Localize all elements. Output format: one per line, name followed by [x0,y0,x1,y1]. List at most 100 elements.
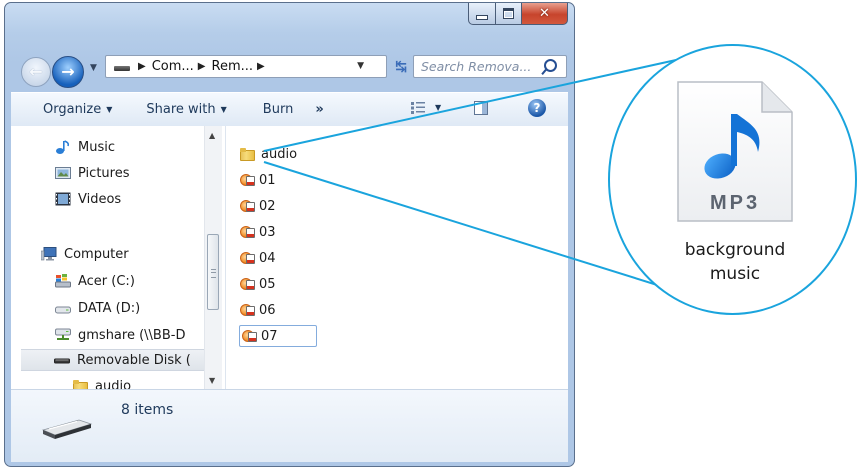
nav-item-data-d[interactable]: DATA (D:) [55,297,140,319]
file-item-audio-folder[interactable]: audio [240,144,297,164]
music-note-icon [56,140,70,154]
recent-pages-dropdown[interactable]: ▼ [90,63,97,73]
breadcrumb-computer[interactable]: Com... [152,59,194,74]
nav-item-pictures[interactable]: Pictures [55,162,129,184]
file-name: 02 [259,198,276,214]
nav-item-removable-disk[interactable]: Removable Disk ( [21,349,208,371]
callout-label-line2: music [709,264,761,284]
nav-item-acer-c[interactable]: Acer (C:) [55,270,135,292]
search-box[interactable]: Search Remova... [413,55,567,78]
file-item-04[interactable]: 04 [240,248,276,268]
folder-icon [240,147,255,161]
nav-item-label: audio [95,378,132,390]
file-item-05[interactable]: 05 [240,274,276,294]
file-item-07[interactable]: 07 [239,325,317,347]
nav-item-music[interactable]: Music [55,136,115,158]
computer-icon [41,247,57,261]
back-button[interactable]: ← [21,57,51,87]
file-name: 07 [261,328,278,344]
drive-icon [55,306,71,314]
file-item-03[interactable]: 03 [240,222,276,242]
file-name: 04 [259,250,276,266]
address-history-dropdown[interactable]: ▼ [357,61,364,71]
mp3-file-icon [242,329,258,344]
removable-disk-icon [54,358,70,364]
refresh-icon: ↹ [395,58,407,75]
removable-disk-icon [41,419,93,439]
more-commands-button[interactable]: » [301,102,337,117]
mp3-file-icon [240,277,256,292]
mp3-file-icon [240,303,256,318]
nav-item-label: Removable Disk ( [77,352,191,368]
file-item-06[interactable]: 06 [240,300,276,320]
maximize-icon [503,8,514,19]
scroll-up-icon[interactable]: ▲ [209,131,215,140]
address-bar[interactable]: ▶ Com... ▶ Rem... ▶ ▼ [105,55,387,78]
nav-item-label: gmshare (\\BB-D [78,327,186,343]
item-count: 8 items [121,402,174,418]
pictures-icon [55,167,71,179]
more-label: » [315,102,324,117]
scroll-thumb[interactable] [207,234,219,310]
organize-menu[interactable]: Organize ▼ [35,102,120,117]
nav-item-computer[interactable]: Computer [41,243,129,265]
file-name: 05 [259,276,276,292]
file-item-01[interactable]: 01 [240,170,276,190]
mp3-document-icon: MP3 [677,81,793,222]
share-with-menu[interactable]: Share with ▼ [138,102,234,117]
folder-icon [73,379,88,389]
file-name: 01 [259,172,276,188]
caret-down-icon: ▼ [220,105,227,114]
burn-button[interactable]: Burn [255,102,302,117]
nav-item-videos[interactable]: Videos [55,188,121,210]
arrow-left-icon: ← [29,62,43,81]
explorer-window: ✕ ← → ▼ ▶ Com... ▶ Rem... ▶ ▼ ↹ Search R… [4,2,575,467]
breadcrumb-removable-disk[interactable]: Rem... [212,59,254,74]
chevron-right-icon[interactable]: ▶ [138,61,146,72]
command-bar: Organize ▼ Share with ▼ Burn » ▼ ? [11,92,568,127]
change-view-icon[interactable] [410,101,426,115]
file-name: 03 [259,224,276,240]
preview-pane-icon[interactable] [474,101,488,115]
view-options-dropdown[interactable]: ▼ [435,103,441,112]
nav-item-gmshare[interactable]: gmshare (\\BB-D [55,324,185,346]
nav-item-label: Acer (C:) [78,273,135,289]
nav-item-label: DATA (D:) [78,300,141,316]
navigation-pane: Music Pictures Videos Computer Acer (C:)… [11,126,226,389]
nav-item-audio[interactable]: audio [73,375,131,389]
callout-label: background music [660,238,810,286]
search-input[interactable]: Search Remova... [414,59,544,74]
file-name: 06 [259,302,276,318]
callout-label-line1: background [684,240,786,260]
organize-label: Organize [43,102,102,117]
nav-item-label: Pictures [78,165,130,181]
maximize-button[interactable] [496,3,522,25]
details-pane: 8 items [11,389,568,462]
close-button[interactable]: ✕ [522,3,568,25]
chevron-right-icon[interactable]: ▶ [257,61,265,72]
mp3-file-icon [240,251,256,266]
nav-scrollbar[interactable]: ▲ ▼ [204,126,222,389]
refresh-button[interactable]: ↹ [390,55,412,78]
burn-label: Burn [262,102,294,117]
mp3-icon-text: MP3 [710,192,760,214]
mp3-file-icon [240,199,256,214]
mp3-file-icon [240,225,256,240]
caret-down-icon: ▼ [106,105,113,114]
search-icon[interactable] [544,58,557,72]
chevron-right-icon[interactable]: ▶ [198,61,206,72]
network-drive-icon [55,328,71,340]
grip-icon [211,269,216,278]
file-item-02[interactable]: 02 [240,196,276,216]
drive-icon [114,66,130,71]
arrow-right-icon: → [61,62,75,81]
mp3-file-icon [240,173,256,188]
minimize-button[interactable] [468,3,496,25]
minimize-icon [476,14,488,20]
nav-item-label: Computer [64,246,129,262]
file-list: audio 01 02 03 04 05 06 07 [226,126,568,389]
scroll-down-icon[interactable]: ▼ [209,376,215,385]
videos-icon [55,192,71,206]
forward-button[interactable]: → [52,56,84,88]
help-icon[interactable]: ? [528,99,546,117]
